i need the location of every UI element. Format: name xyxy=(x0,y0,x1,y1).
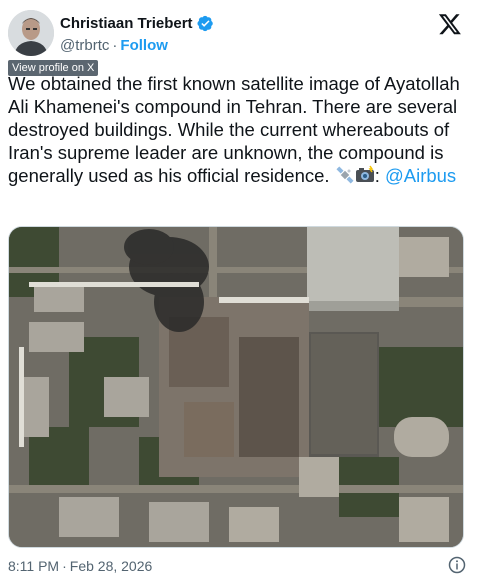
tweet-header: Christiaan Triebert @trbrtc · Follow xyxy=(8,8,470,58)
follow-button[interactable]: Follow xyxy=(120,37,168,54)
handle-row: @trbrtc · Follow xyxy=(60,37,168,54)
author-handle[interactable]: @trbrtc xyxy=(60,37,109,54)
footer-separator: · xyxy=(62,558,67,574)
tweet-text: We obtained the first known satellite im… xyxy=(8,72,470,187)
tweet-time[interactable]: 8:11 PM xyxy=(8,558,59,574)
satellite-emoji-icon xyxy=(335,165,355,185)
camera-flash-emoji-icon xyxy=(355,165,375,185)
view-profile-tooltip: View profile on X xyxy=(8,60,99,76)
author-name-row: Christiaan Triebert xyxy=(60,15,214,32)
tweet-date[interactable]: Feb 28, 2026 xyxy=(70,558,153,574)
handle-separator: · xyxy=(112,37,118,54)
avatar[interactable] xyxy=(8,10,54,56)
satellite-image[interactable] xyxy=(8,226,464,548)
verified-badge-icon xyxy=(197,15,214,32)
x-logo-icon[interactable] xyxy=(438,12,462,36)
mention-link[interactable]: @Airbus xyxy=(385,165,456,186)
author-name[interactable]: Christiaan Triebert xyxy=(60,15,193,32)
info-icon[interactable] xyxy=(448,556,466,574)
emoji-colon: : xyxy=(374,165,385,186)
tweet-footer: 8:11 PM · Feb 28, 2026 xyxy=(8,558,152,574)
